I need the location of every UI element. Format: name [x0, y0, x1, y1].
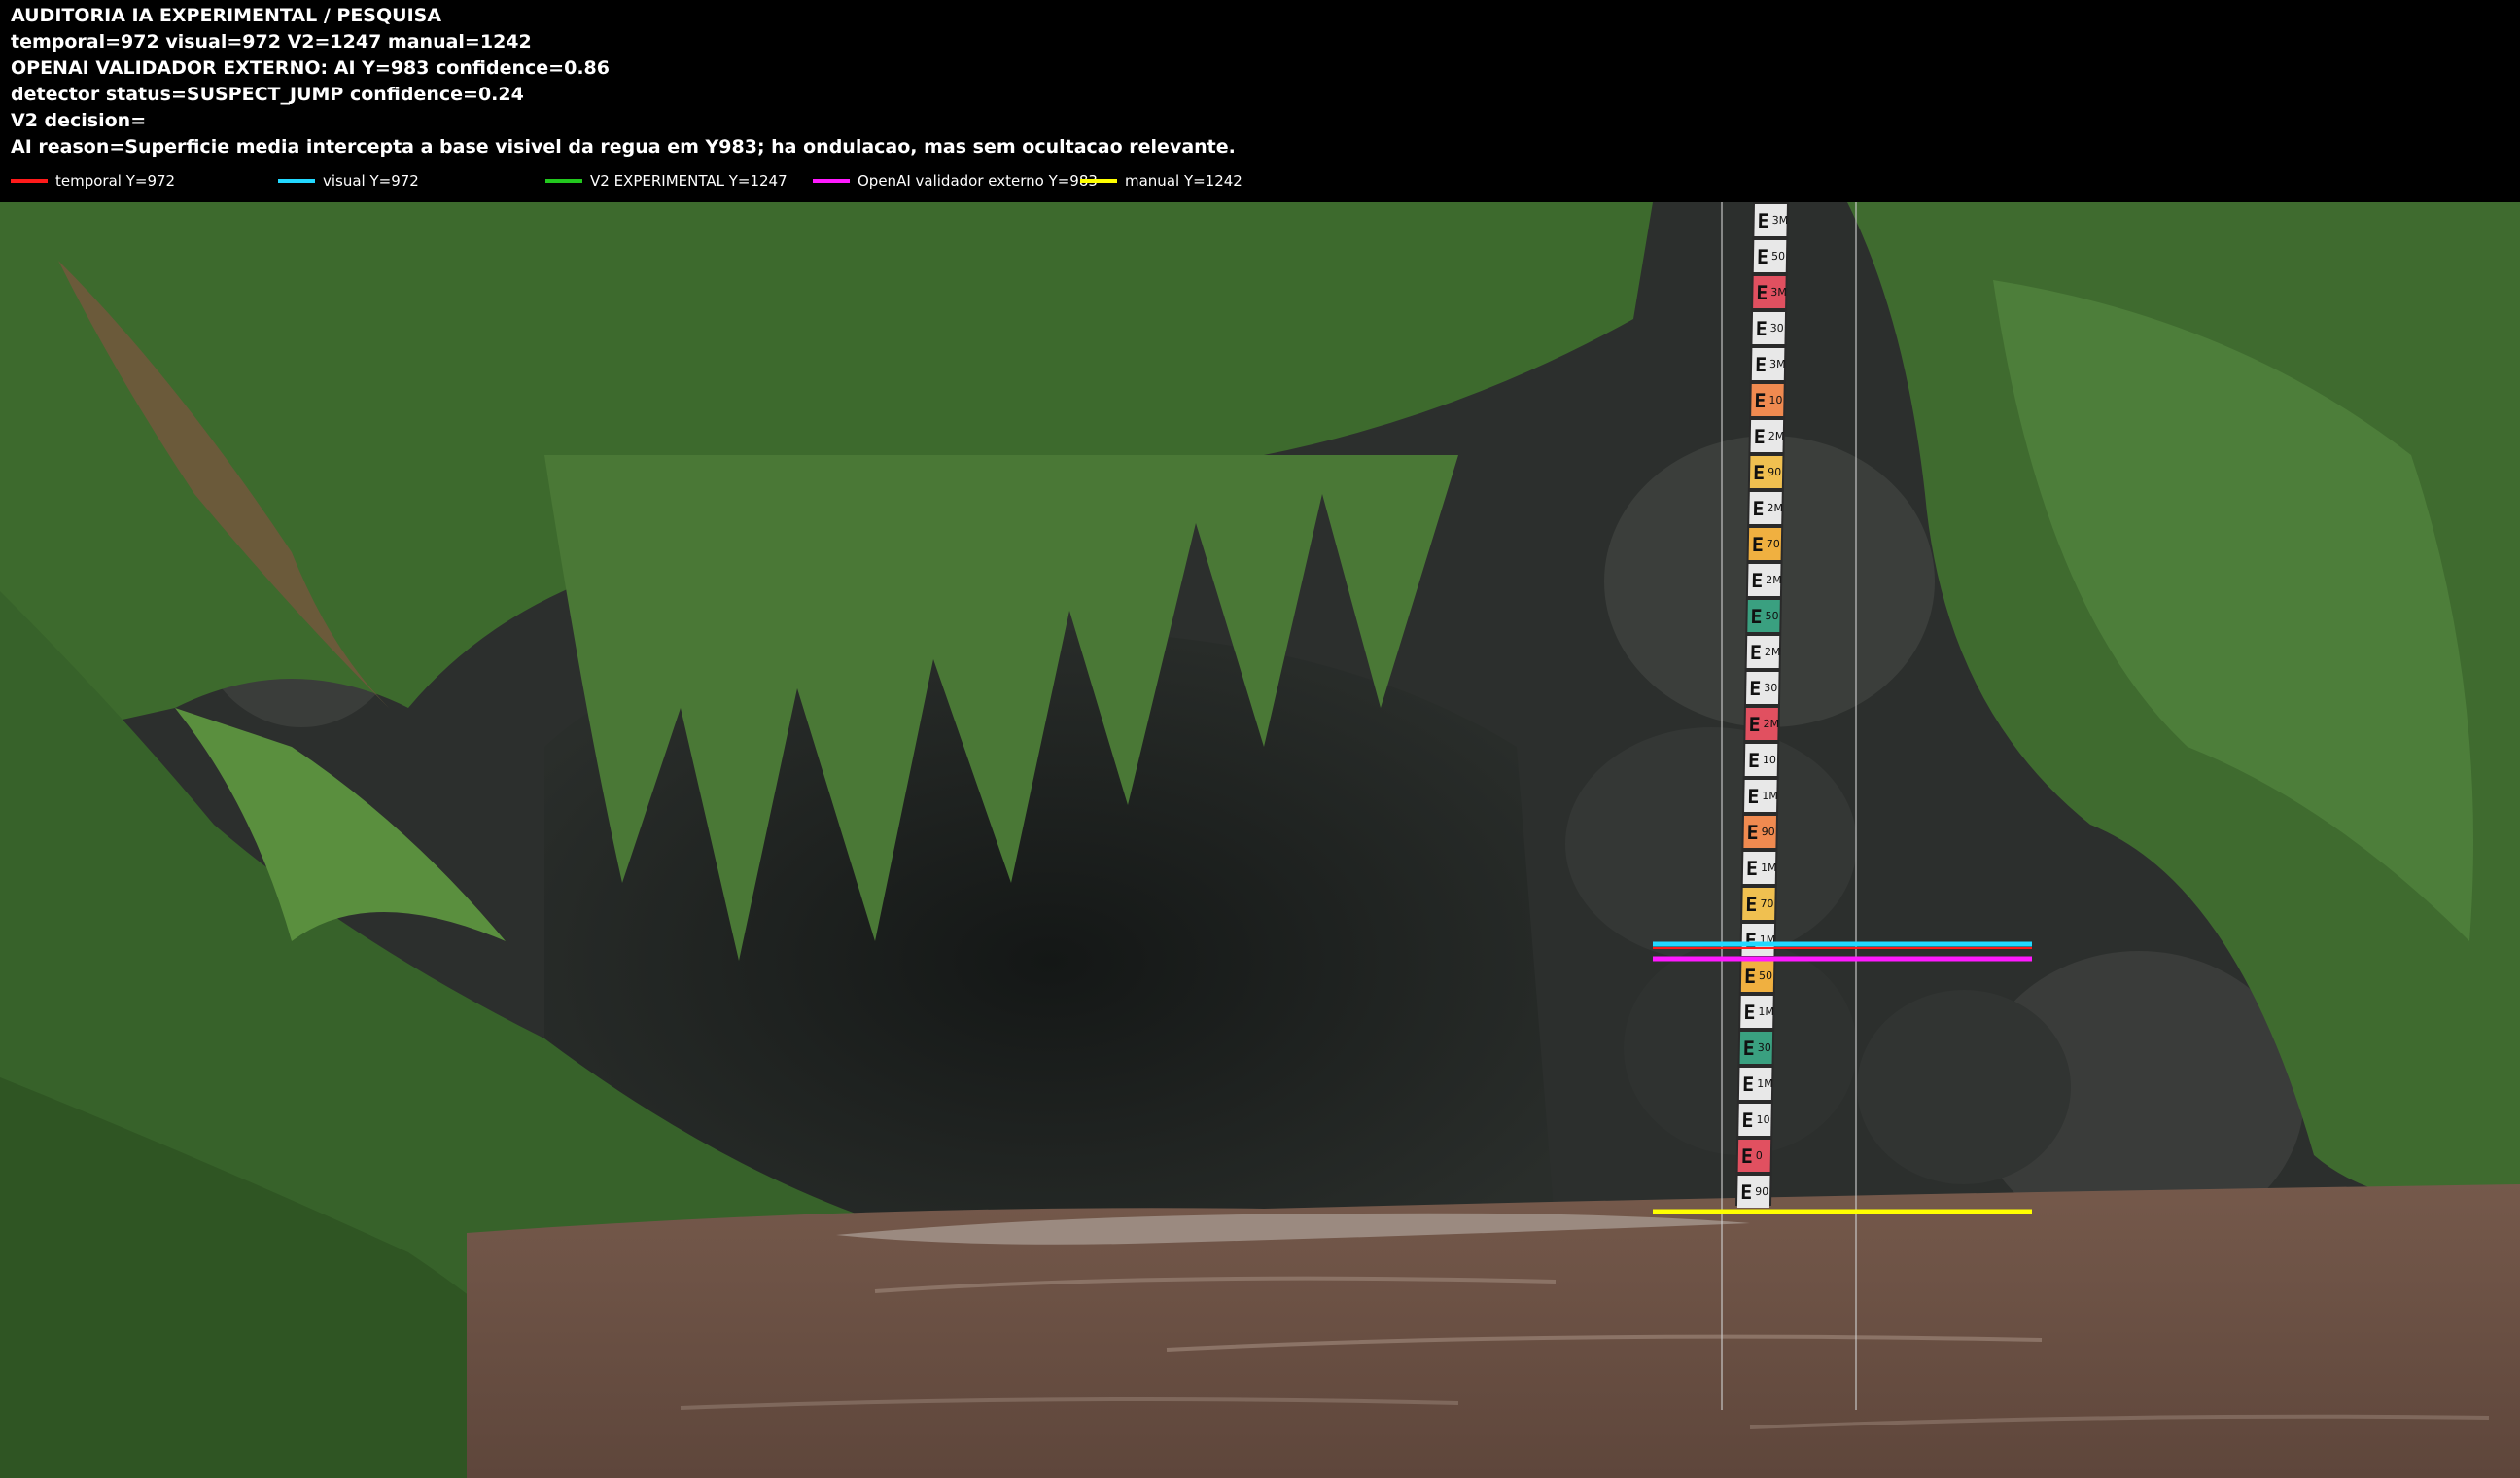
staff-gauge-e-mark: E	[1750, 605, 1762, 628]
legend-item-v2: V2 EXPERIMENTAL Y=1247	[545, 169, 788, 193]
staff-gauge-e-mark: E	[1753, 461, 1765, 484]
staff-gauge-label: 1M	[1757, 1077, 1773, 1090]
readings-summary: temporal=972 visual=972 V2=1247 manual=1…	[11, 31, 532, 53]
boulder	[1857, 990, 2071, 1184]
staff-gauge-label: 30	[1770, 322, 1784, 334]
staff-gauge-e-mark: E	[1752, 497, 1764, 520]
staff-gauge-e-mark: E	[1742, 1073, 1754, 1096]
staff-gauge-label: 1M	[1762, 790, 1778, 802]
v2-decision-line: V2 decision=	[11, 110, 147, 131]
staff-gauge-e-mark: E	[1750, 641, 1762, 664]
staff-gauge-e-mark: E	[1756, 281, 1768, 304]
staff-gauge-label: 3M	[1770, 286, 1787, 299]
staff-gauge-e-mark: E	[1746, 821, 1758, 844]
staff-gauge-label: 2M	[1764, 718, 1780, 730]
staff-gauge-e-mark: E	[1754, 425, 1766, 448]
staff-gauge-e-mark: E	[1757, 209, 1768, 232]
staff-gauge-label: 90	[1768, 466, 1781, 478]
legend-item-openai: OpenAI validador externo Y=983	[813, 169, 1098, 193]
staff-gauge-label: 1M	[1761, 862, 1777, 874]
audit-header: AUDITORIA IA EXPERIMENTAL / PESQUISA tem…	[0, 0, 2520, 202]
staff-gauge-label: 90	[1755, 1185, 1768, 1198]
legend-label-v2: V2 EXPERIMENTAL Y=1247	[590, 172, 788, 190]
staff-gauge-e-mark: E	[1741, 1144, 1753, 1168]
staff-gauge-label: 10	[1756, 1113, 1769, 1126]
staff-gauge-label: 70	[1760, 897, 1773, 910]
staff-gauge-e-mark: E	[1746, 857, 1758, 880]
legend-item-manual: manual Y=1242	[1080, 169, 1242, 193]
staff-gauge-e-mark: E	[1747, 785, 1759, 808]
staff-gauge-e-mark: E	[1752, 533, 1764, 556]
staff-gauge-label: 10	[1763, 754, 1776, 766]
staff-gauge-label: 30	[1764, 682, 1777, 694]
staff-gauge-e-mark: E	[1748, 713, 1760, 736]
staff-gauge-e-mark: E	[1743, 1037, 1755, 1060]
staff-gauge-e-mark: E	[1756, 317, 1768, 340]
camera-frame: E 3M E 50 E 3M E 30 E 3M E 10 E 2M E 90 E 2M E 70 E 2M E 50 E 2M E…	[0, 202, 2520, 1478]
staff-gauge-label: 50	[1765, 610, 1778, 622]
legend-label-temporal: temporal Y=972	[55, 172, 176, 190]
staff-gauge-label: 50	[1759, 969, 1772, 982]
legend-label-openai: OpenAI validador externo Y=983	[858, 172, 1098, 190]
staff-gauge-label: 0	[1756, 1149, 1763, 1162]
staff-gauge-e-mark: E	[1745, 893, 1757, 916]
staff-gauge-label: 2M	[1768, 430, 1785, 442]
legend-label-manual: manual Y=1242	[1125, 172, 1242, 190]
staff-gauge-label: 3M	[1769, 358, 1786, 370]
staff-gauge-e-mark: E	[1749, 677, 1761, 700]
staff-gauge-label: 2M	[1765, 646, 1781, 658]
audit-title: AUDITORIA IA EXPERIMENTAL / PESQUISA	[11, 5, 442, 26]
legend-item-temporal: temporal Y=972	[11, 169, 175, 193]
legend: temporal Y=972 visual Y=972 V2 EXPERIMEN…	[0, 169, 2520, 193]
staff-gauge-label: 70	[1767, 538, 1780, 550]
staff-gauge-label: 1M	[1758, 1005, 1774, 1018]
staff-gauge-label: 2M	[1767, 502, 1783, 514]
boulder	[1565, 727, 1857, 961]
staff-gauge-e-mark: E	[1743, 1001, 1755, 1024]
legend-swatch-temporal	[11, 179, 48, 183]
staff-gauge-e-mark: E	[1744, 965, 1756, 988]
legend-swatch-v2	[545, 179, 582, 183]
staff-gauge-label: 3M	[1772, 214, 1789, 227]
staff-gauge-e-mark: E	[1755, 353, 1767, 376]
ai-reason-line: AI reason=Superficie media intercepta a …	[11, 136, 1236, 158]
staff-gauge-label: 50	[1771, 250, 1785, 263]
staff-gauge-label: 10	[1768, 394, 1782, 406]
staff-gauge-label: 2M	[1766, 574, 1782, 586]
staff-gauge-label: 30	[1758, 1041, 1771, 1054]
staff-gauge-e-mark: E	[1740, 1180, 1752, 1204]
staff-gauge-e-mark: E	[1748, 749, 1760, 772]
staff-gauge-e-mark: E	[1757, 245, 1768, 268]
openai-validator-line: OPENAI VALIDADOR EXTERNO: AI Y=983 confi…	[11, 57, 610, 79]
legend-item-visual: visual Y=972	[278, 169, 419, 193]
legend-swatch-visual	[278, 179, 315, 183]
legend-swatch-openai	[813, 179, 850, 183]
staff-gauge-label: 90	[1762, 826, 1775, 838]
legend-label-visual: visual Y=972	[323, 172, 419, 190]
detector-status-line: detector status=SUSPECT_JUMP confidence=…	[11, 84, 524, 105]
staff-gauge-e-mark: E	[1741, 1108, 1753, 1132]
legend-swatch-manual	[1080, 179, 1117, 183]
staff-gauge-e-mark: E	[1754, 389, 1766, 412]
staff-gauge-e-mark: E	[1751, 569, 1763, 592]
